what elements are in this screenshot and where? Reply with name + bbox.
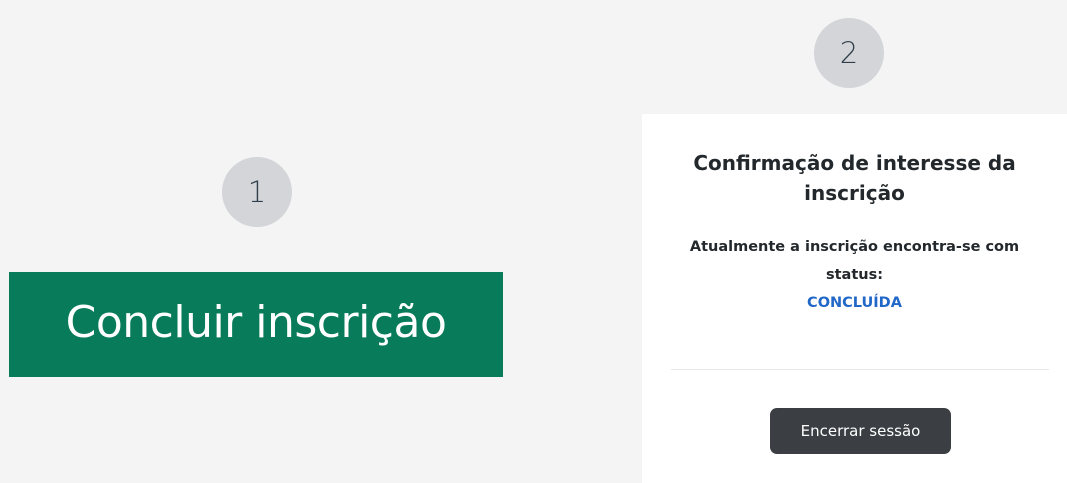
step-badge-1: 1 — [222, 157, 292, 227]
status-text: Atualmente a inscrição encontra-se com s… — [689, 239, 1020, 283]
conclude-registration-button[interactable]: Concluir inscrição — [9, 272, 503, 377]
logout-button[interactable]: Encerrar sessão — [770, 408, 951, 454]
status-value: CONCLUÍDA — [807, 295, 902, 311]
confirmation-card: Confirmação de interesse da inscrição At… — [642, 114, 1067, 483]
status-message: Atualmente a inscrição encontra-se com s… — [662, 233, 1047, 317]
divider — [671, 369, 1049, 370]
card-title: Confirmação de interesse da inscrição — [693, 151, 1016, 205]
step-badge-2: 2 — [814, 18, 884, 88]
